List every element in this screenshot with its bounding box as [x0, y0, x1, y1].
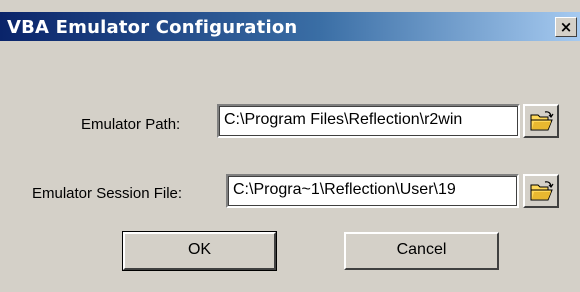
open-folder-icon: [530, 111, 554, 131]
close-button[interactable]: ×: [555, 17, 577, 37]
window-title: VBA Emulator Configuration: [7, 17, 298, 38]
config-dialog: VBA Emulator Configuration × Emulator Pa…: [0, 0, 580, 292]
close-icon: ×: [559, 18, 573, 36]
session-file-input[interactable]: C:\Progra~1\Reflection\User\19: [226, 174, 519, 208]
title-bar[interactable]: VBA Emulator Configuration ×: [0, 12, 580, 41]
emulator-path-browse-button[interactable]: [523, 104, 559, 138]
session-file-value: C:\Progra~1\Reflection\User\19: [233, 181, 456, 198]
open-folder-icon: [530, 181, 554, 201]
cancel-button[interactable]: Cancel: [344, 232, 499, 270]
emulator-path-label: Emulator Path:: [81, 116, 181, 133]
session-file-label: Emulator Session File:: [32, 185, 183, 202]
session-file-browse-button[interactable]: [523, 174, 559, 208]
emulator-path-input[interactable]: C:\Program Files\Reflection\r2win: [217, 104, 520, 138]
ok-button[interactable]: OK: [122, 231, 277, 271]
emulator-path-value: C:\Program Files\Reflection\r2win: [224, 111, 463, 128]
